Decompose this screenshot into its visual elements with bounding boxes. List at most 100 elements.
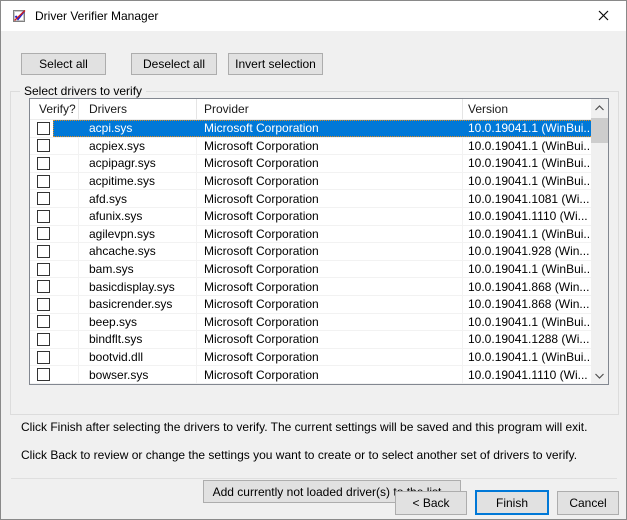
verify-checkbox[interactable] — [37, 192, 50, 205]
driver-verifier-manager-window: Driver Verifier Manager Select all Desel… — [0, 0, 627, 520]
driver-row[interactable]: bootvid.dll Microsoft Corporation 10.0.1… — [30, 349, 591, 367]
driver-provider: Microsoft Corporation — [197, 190, 463, 207]
driver-name: bowser.sys — [79, 366, 197, 383]
driver-provider: Microsoft Corporation — [197, 243, 463, 260]
list-header: Verify? Drivers Provider Version — [30, 99, 591, 120]
driver-verifier-app-icon — [12, 8, 28, 24]
driver-name: agilevpn.sys — [79, 226, 197, 243]
driver-name: afd.sys — [79, 190, 197, 207]
verify-checkbox[interactable] — [37, 351, 50, 364]
driver-version: 10.0.19041.1 (WinBui... — [463, 173, 593, 190]
scrollbar-thumb[interactable] — [591, 118, 608, 143]
driver-provider: Microsoft Corporation — [197, 349, 463, 366]
driver-provider: Microsoft Corporation — [197, 278, 463, 295]
driver-version: 10.0.19041.1 (WinBui... — [463, 261, 593, 278]
finish-instruction-text: Click Finish after selecting the drivers… — [21, 420, 587, 434]
driver-name: basicrender.sys — [79, 296, 197, 313]
driver-version: 10.0.19041.1 (WinBui... — [463, 226, 593, 243]
driver-name: acpi.sys — [79, 120, 197, 137]
driver-version: 10.0.19041.928 (Win... — [463, 243, 591, 260]
driver-version: 10.0.19041.868 (Win... — [463, 296, 591, 313]
driver-name: bindflt.sys — [79, 331, 197, 348]
driver-row[interactable]: ahcache.sys Microsoft Corporation 10.0.1… — [30, 243, 591, 261]
driver-name: bam.sys — [79, 261, 197, 278]
select-all-button[interactable]: Select all — [21, 53, 106, 75]
driver-version: 10.0.19041.1 (WinBui... — [463, 120, 593, 137]
verify-checkbox[interactable] — [37, 245, 50, 258]
driver-name: acpiex.sys — [79, 138, 197, 155]
verify-checkbox[interactable] — [37, 175, 50, 188]
column-header-drivers[interactable]: Drivers — [79, 99, 197, 119]
driver-name: basicdisplay.sys — [79, 278, 197, 295]
driver-provider: Microsoft Corporation — [197, 314, 463, 331]
driver-name: afunix.sys — [79, 208, 197, 225]
verify-checkbox[interactable] — [37, 210, 50, 223]
driver-version: 10.0.19041.1 (WinBui... — [463, 138, 593, 155]
verify-checkbox[interactable] — [37, 333, 50, 346]
verify-checkbox[interactable] — [37, 122, 50, 135]
close-button[interactable] — [581, 1, 626, 30]
title-bar: Driver Verifier Manager — [1, 1, 626, 31]
driver-version: 10.0.19041.1288 (Wi... — [463, 331, 591, 348]
driver-name: ahcache.sys — [79, 243, 197, 260]
driver-row[interactable]: acpitime.sys Microsoft Corporation 10.0.… — [30, 173, 591, 191]
driver-version: 10.0.19041.868 (Win... — [463, 278, 591, 295]
driver-row[interactable]: beep.sys Microsoft Corporation 10.0.1904… — [30, 314, 591, 332]
driver-provider: Microsoft Corporation — [197, 208, 463, 225]
driver-provider: Microsoft Corporation — [197, 331, 463, 348]
scroll-up-icon[interactable] — [591, 99, 608, 116]
verify-checkbox[interactable] — [37, 157, 50, 170]
driver-row[interactable]: bowser.sys Microsoft Corporation 10.0.19… — [30, 366, 591, 384]
driver-provider: Microsoft Corporation — [197, 173, 463, 190]
verify-checkbox[interactable] — [37, 139, 50, 152]
back-button[interactable]: < Back — [395, 491, 467, 515]
driver-version: 10.0.19041.1081 (Wi... — [463, 190, 591, 207]
drivers-listview: Verify? Drivers Provider Version acpi.sy… — [29, 98, 609, 385]
driver-row[interactable]: afd.sys Microsoft Corporation 10.0.19041… — [30, 190, 591, 208]
driver-provider: Microsoft Corporation — [197, 296, 463, 313]
cancel-button[interactable]: Cancel — [557, 491, 619, 515]
driver-row[interactable]: bam.sys Microsoft Corporation 10.0.19041… — [30, 261, 591, 279]
footer-separator — [11, 478, 617, 479]
verify-checkbox[interactable] — [37, 298, 50, 311]
driver-provider: Microsoft Corporation — [197, 155, 463, 172]
column-header-version[interactable]: Version — [463, 99, 591, 119]
driver-name: acpipagr.sys — [79, 155, 197, 172]
group-label: Select drivers to verify — [20, 84, 146, 98]
driver-provider: Microsoft Corporation — [197, 366, 463, 383]
verify-checkbox[interactable] — [37, 227, 50, 240]
verify-checkbox[interactable] — [37, 368, 50, 381]
driver-version: 10.0.19041.1 (WinBui... — [463, 314, 593, 331]
driver-name: bootvid.dll — [79, 349, 197, 366]
driver-row[interactable]: agilevpn.sys Microsoft Corporation 10.0.… — [30, 226, 591, 244]
driver-row[interactable]: acpiex.sys Microsoft Corporation 10.0.19… — [30, 138, 591, 156]
driver-provider: Microsoft Corporation — [197, 120, 463, 137]
select-drivers-group: Select drivers to verify Verify? Drivers… — [10, 91, 619, 415]
driver-row[interactable]: basicdisplay.sys Microsoft Corporation 1… — [30, 278, 591, 296]
driver-name: acpitime.sys — [79, 173, 197, 190]
driver-provider: Microsoft Corporation — [197, 261, 463, 278]
driver-row[interactable]: basicrender.sys Microsoft Corporation 10… — [30, 296, 591, 314]
driver-row[interactable]: acpi.sys Microsoft Corporation 10.0.1904… — [30, 120, 591, 138]
finish-button[interactable]: Finish — [475, 490, 549, 515]
column-header-verify[interactable]: Verify? — [30, 99, 79, 119]
driver-provider: Microsoft Corporation — [197, 226, 463, 243]
scroll-down-icon[interactable] — [591, 367, 608, 384]
back-instruction-text: Click Back to review or change the setti… — [21, 448, 577, 462]
driver-row[interactable]: afunix.sys Microsoft Corporation 10.0.19… — [30, 208, 591, 226]
vertical-scrollbar[interactable] — [591, 99, 608, 384]
driver-version: 10.0.19041.1 (WinBui... — [463, 155, 593, 172]
driver-name: beep.sys — [79, 314, 197, 331]
column-header-provider[interactable]: Provider — [197, 99, 463, 119]
driver-row[interactable]: bindflt.sys Microsoft Corporation 10.0.1… — [30, 331, 591, 349]
deselect-all-button[interactable]: Deselect all — [131, 53, 217, 75]
verify-checkbox[interactable] — [37, 263, 50, 276]
verify-checkbox[interactable] — [37, 280, 50, 293]
verify-checkbox[interactable] — [37, 315, 50, 328]
window-title: Driver Verifier Manager — [35, 9, 158, 23]
driver-version: 10.0.19041.1110 (Wi... — [463, 208, 591, 225]
driver-version: 10.0.19041.1110 (Wi... — [463, 366, 591, 383]
invert-selection-button[interactable]: Invert selection — [228, 53, 323, 75]
driver-provider: Microsoft Corporation — [197, 138, 463, 155]
driver-row[interactable]: acpipagr.sys Microsoft Corporation 10.0.… — [30, 155, 591, 173]
